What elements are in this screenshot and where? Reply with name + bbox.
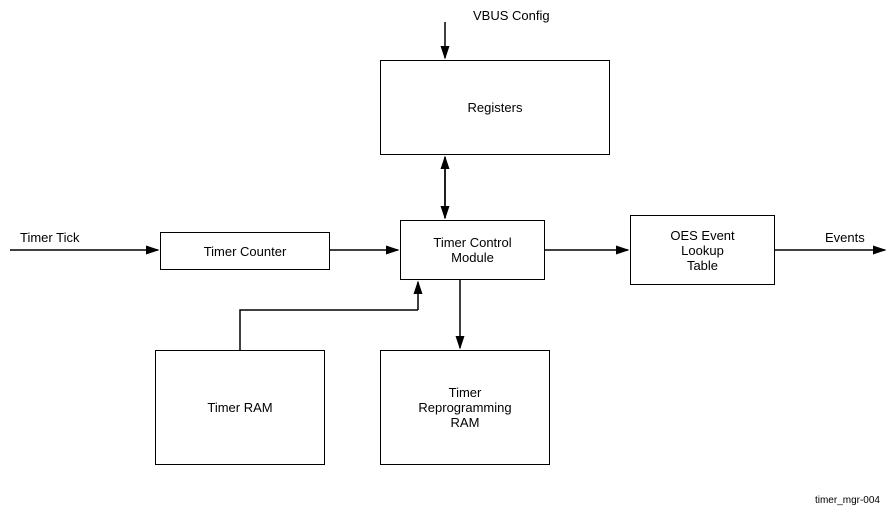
arrows-layer [0, 0, 895, 516]
diagram-canvas: VBUS Config Timer Tick Events Registers … [0, 0, 895, 516]
line-timerram-to-control [240, 310, 418, 350]
